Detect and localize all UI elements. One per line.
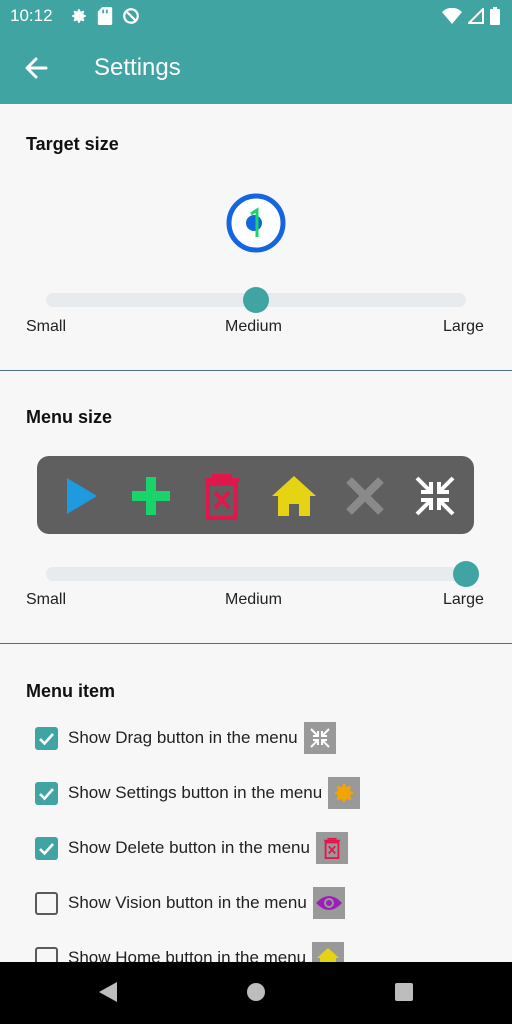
play-icon (57, 472, 105, 520)
settings-checkbox[interactable] (35, 781, 58, 805)
signal-icon (466, 6, 484, 29)
target-size-title: Target size (26, 134, 119, 154)
plus-icon (127, 472, 175, 520)
target-size-small-label: Small (26, 318, 67, 335)
eye-icon (312, 887, 345, 919)
target-size-slider[interactable] (46, 287, 466, 313)
page-title: Settings (94, 54, 181, 81)
battery-icon (490, 7, 500, 30)
arrow-left-icon[interactable] (22, 54, 50, 82)
menu-item-row-settings[interactable]: Show Settings button in the menu (35, 777, 361, 809)
sd-card-icon (97, 7, 113, 30)
divider (0, 370, 512, 371)
status-bar: 10:12 (0, 0, 512, 32)
vision-checkbox[interactable] (35, 891, 58, 915)
menu-item-row-delete[interactable]: Show Delete button in the menu (35, 832, 348, 864)
menu-size-large-label: Large (443, 591, 484, 608)
target-preview-icon (224, 191, 288, 260)
menu-item-title: Menu item (26, 681, 116, 701)
drag-checkbox[interactable] (35, 726, 58, 750)
menu-size-slider-thumb[interactable] (453, 561, 479, 587)
wifi-icon (442, 7, 462, 29)
vision-option-label: Show Vision button in the menu (68, 893, 307, 912)
menu-size-small-label: Small (26, 591, 67, 608)
menu-size-title: Menu size (26, 407, 113, 427)
app-bar: Settings (0, 32, 512, 104)
menu-size-slider[interactable] (46, 561, 479, 587)
recents-square-icon[interactable] (393, 980, 415, 1009)
home-option-label: Show Home button in the menu (68, 948, 307, 962)
collapse-icon (411, 472, 459, 520)
menu-item-row-vision[interactable]: Show Vision button in the menu (35, 887, 345, 919)
drag-option-label: Show Drag button in the menu (68, 728, 298, 747)
drag-icon (303, 722, 336, 754)
trash-icon (198, 472, 246, 520)
trash-icon (315, 832, 348, 864)
blocked-icon (122, 7, 140, 30)
gear-icon (70, 7, 88, 30)
home-icon (270, 472, 318, 520)
menu-preview (37, 456, 474, 534)
status-time: 10:12 (10, 6, 53, 25)
menu-item-row-home[interactable]: Show Home button in the menu (35, 942, 345, 962)
target-size-medium-label: Medium (225, 318, 282, 335)
delete-option-label: Show Delete button in the menu (68, 838, 310, 857)
delete-checkbox[interactable] (35, 836, 58, 860)
navigation-bar (0, 962, 512, 1024)
settings-content[interactable]: Target size Small Medium Large Menu size (0, 104, 512, 962)
back-triangle-icon[interactable] (97, 980, 119, 1009)
home-circle-icon[interactable] (245, 980, 267, 1009)
menu-size-medium-label: Medium (225, 591, 282, 608)
target-size-large-label: Large (443, 318, 484, 335)
home-checkbox[interactable] (35, 946, 58, 962)
divider (0, 643, 512, 644)
home-icon (312, 942, 345, 962)
gear-icon (328, 777, 361, 809)
settings-option-label: Show Settings button in the menu (68, 783, 323, 802)
menu-item-row-drag[interactable]: Show Drag button in the menu (35, 722, 336, 754)
close-icon (341, 472, 389, 520)
target-size-slider-thumb[interactable] (243, 287, 269, 313)
